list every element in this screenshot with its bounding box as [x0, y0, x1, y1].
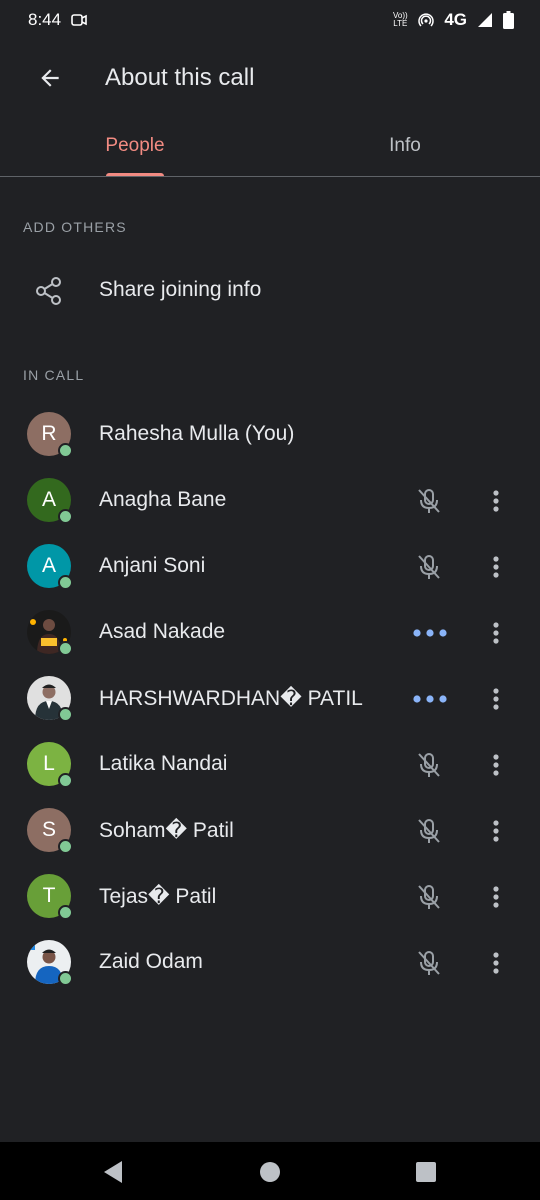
online-indicator — [58, 641, 73, 656]
participant-name: Tejas� Patil — [99, 885, 217, 908]
page-title: About this call — [105, 64, 255, 91]
avatar-initial: T — [42, 884, 56, 907]
battery-icon — [503, 11, 514, 29]
online-indicator — [58, 707, 73, 722]
avatar: A — [27, 478, 73, 524]
avatar-initial: S — [41, 818, 56, 841]
online-indicator — [58, 839, 73, 854]
more-options-icon[interactable] — [482, 816, 510, 846]
online-indicator — [58, 575, 73, 590]
participant-row[interactable]: A Anjani Soni — [0, 532, 540, 598]
add-others-label: ADD OTHERS — [23, 219, 127, 235]
participant-row[interactable]: R Rahesha Mulla (You) — [0, 400, 540, 466]
share-joining-info-label: Share joining info — [99, 278, 262, 301]
status-bar: 8:44 Vo)) LTE 4G — [0, 0, 540, 40]
participant-row[interactable]: A Anagha Bane — [0, 466, 540, 532]
online-indicator — [58, 509, 73, 524]
more-options-icon[interactable] — [482, 750, 510, 780]
avatar: S — [27, 808, 73, 854]
participant-name: Rahesha Mulla (You) — [99, 422, 295, 445]
home-circle-icon[interactable] — [257, 1159, 283, 1185]
mic-off-icon[interactable] — [414, 948, 444, 978]
mic-off-icon[interactable] — [414, 816, 444, 846]
avatar: A — [27, 544, 73, 590]
speaking-indicator-icon — [413, 629, 447, 637]
in-call-label: IN CALL — [23, 367, 85, 383]
hotspot-icon — [418, 13, 434, 27]
online-indicator — [58, 773, 73, 788]
online-indicator — [58, 905, 73, 920]
mic-off-icon[interactable] — [414, 750, 444, 780]
avatar-initial: L — [43, 752, 55, 775]
more-options-icon[interactable] — [482, 552, 510, 582]
participant-name: Latika Nandai — [99, 752, 228, 775]
speaking-indicator-icon — [413, 695, 447, 703]
avatar — [27, 676, 73, 722]
back-button[interactable] — [26, 54, 74, 102]
signal-icon — [478, 13, 492, 27]
more-options-icon[interactable] — [482, 948, 510, 978]
mic-off-icon[interactable] — [414, 882, 444, 912]
avatar: R — [27, 412, 73, 458]
system-nav-bar — [0, 1142, 540, 1200]
network-type: 4G — [444, 10, 467, 29]
avatar-initial: A — [41, 488, 56, 511]
participant-list: R Rahesha Mulla (You) A Anagha Bane A An… — [0, 400, 540, 994]
volte-icon: Vo)) LTE — [392, 11, 408, 28]
participant-name: HARSHWARDHAN� PATIL — [99, 687, 363, 710]
participant-name: Anjani Soni — [99, 554, 206, 577]
tab-people[interactable]: People — [0, 116, 270, 176]
online-indicator — [58, 443, 73, 458]
share-joining-info-button[interactable]: Share joining info — [0, 258, 540, 322]
avatar-initial: R — [41, 422, 57, 445]
more-options-icon[interactable] — [482, 618, 510, 648]
participant-row[interactable]: T Tejas� Patil — [0, 862, 540, 928]
avatar: T — [27, 874, 73, 920]
more-options-icon[interactable] — [482, 882, 510, 912]
avatar — [27, 610, 73, 656]
tab-indicator — [106, 173, 164, 176]
participant-name: Zaid Odam — [99, 950, 203, 973]
status-left: 8:44 — [28, 10, 87, 30]
avatar-initial: A — [41, 554, 56, 577]
share-icon — [36, 277, 61, 305]
participant-row[interactable]: Asad Nakade — [0, 598, 540, 664]
tab-people-label: People — [105, 135, 165, 156]
participant-name: Asad Nakade — [99, 620, 226, 643]
more-options-icon[interactable] — [482, 486, 510, 516]
avatar — [27, 940, 73, 986]
tab-info-label: Info — [389, 135, 421, 156]
participant-row[interactable]: S Soham� Patil — [0, 796, 540, 862]
participant-name: Anagha Bane — [99, 488, 227, 511]
back-triangle-icon[interactable] — [100, 1159, 126, 1185]
tab-info[interactable]: Info — [270, 116, 540, 176]
mic-off-icon[interactable] — [414, 486, 444, 516]
online-indicator — [58, 971, 73, 986]
app-bar: About this call — [0, 40, 540, 116]
participant-name: Soham� Patil — [99, 819, 234, 842]
more-options-icon[interactable] — [482, 684, 510, 714]
mic-off-icon[interactable] — [414, 552, 444, 582]
status-right: Vo)) LTE 4G — [392, 10, 514, 30]
status-time: 8:44 — [28, 10, 62, 29]
participant-row[interactable]: L Latika Nandai — [0, 730, 540, 796]
arrow-left-icon — [41, 69, 59, 87]
recents-square-icon[interactable] — [413, 1159, 439, 1185]
screen-record-icon — [71, 14, 87, 26]
avatar: L — [27, 742, 73, 788]
tab-bar: People Info — [0, 116, 540, 177]
participant-row[interactable]: HARSHWARDHAN� PATIL — [0, 664, 540, 730]
participant-row[interactable]: Zaid Odam — [0, 928, 540, 994]
